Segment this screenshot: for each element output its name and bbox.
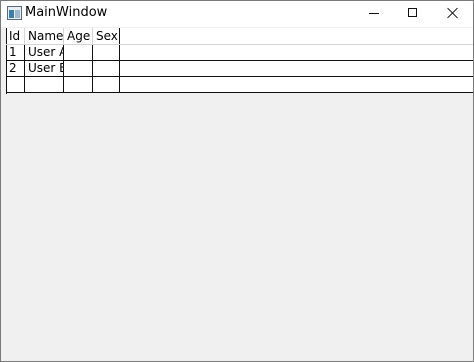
- cell-name[interactable]: User B: [25, 61, 64, 76]
- column-header-sex[interactable]: Sex: [93, 28, 120, 44]
- column-header-name[interactable]: Name: [25, 28, 64, 44]
- row-filler: [120, 77, 473, 92]
- cell-age[interactable]: [64, 61, 93, 76]
- main-window: MainWindow Id Name Age Sex 1 User A 2 Us…: [0, 0, 474, 362]
- close-button[interactable]: [430, 1, 473, 27]
- new-item-row[interactable]: [6, 77, 473, 93]
- column-header-id[interactable]: Id: [6, 28, 25, 44]
- cell-age[interactable]: [64, 77, 93, 92]
- minimize-icon: [369, 13, 379, 14]
- cell-age[interactable]: [64, 45, 93, 60]
- cell-id[interactable]: [6, 77, 25, 92]
- row-filler: [120, 45, 473, 60]
- cell-sex[interactable]: [93, 45, 120, 60]
- grid-header-row: Id Name Age Sex: [6, 28, 473, 45]
- cell-name[interactable]: User A: [25, 45, 64, 60]
- title-bar[interactable]: MainWindow: [1, 1, 473, 27]
- cell-id[interactable]: 2: [6, 61, 25, 76]
- cell-name[interactable]: [25, 77, 64, 92]
- maximize-icon: [408, 8, 417, 17]
- column-header-age[interactable]: Age: [64, 28, 93, 44]
- table-row[interactable]: 2 User B: [6, 61, 473, 77]
- cell-sex[interactable]: [93, 61, 120, 76]
- close-icon: [447, 7, 459, 19]
- column-header-filler: [120, 28, 473, 44]
- cell-id[interactable]: 1: [6, 45, 25, 60]
- table-row[interactable]: 1 User A: [6, 45, 473, 61]
- cell-sex[interactable]: [93, 77, 120, 92]
- row-filler: [120, 61, 473, 76]
- window-title: MainWindow: [25, 5, 108, 20]
- app-window-icon: [7, 6, 22, 20]
- data-grid[interactable]: Id Name Age Sex 1 User A 2 User B: [6, 28, 473, 94]
